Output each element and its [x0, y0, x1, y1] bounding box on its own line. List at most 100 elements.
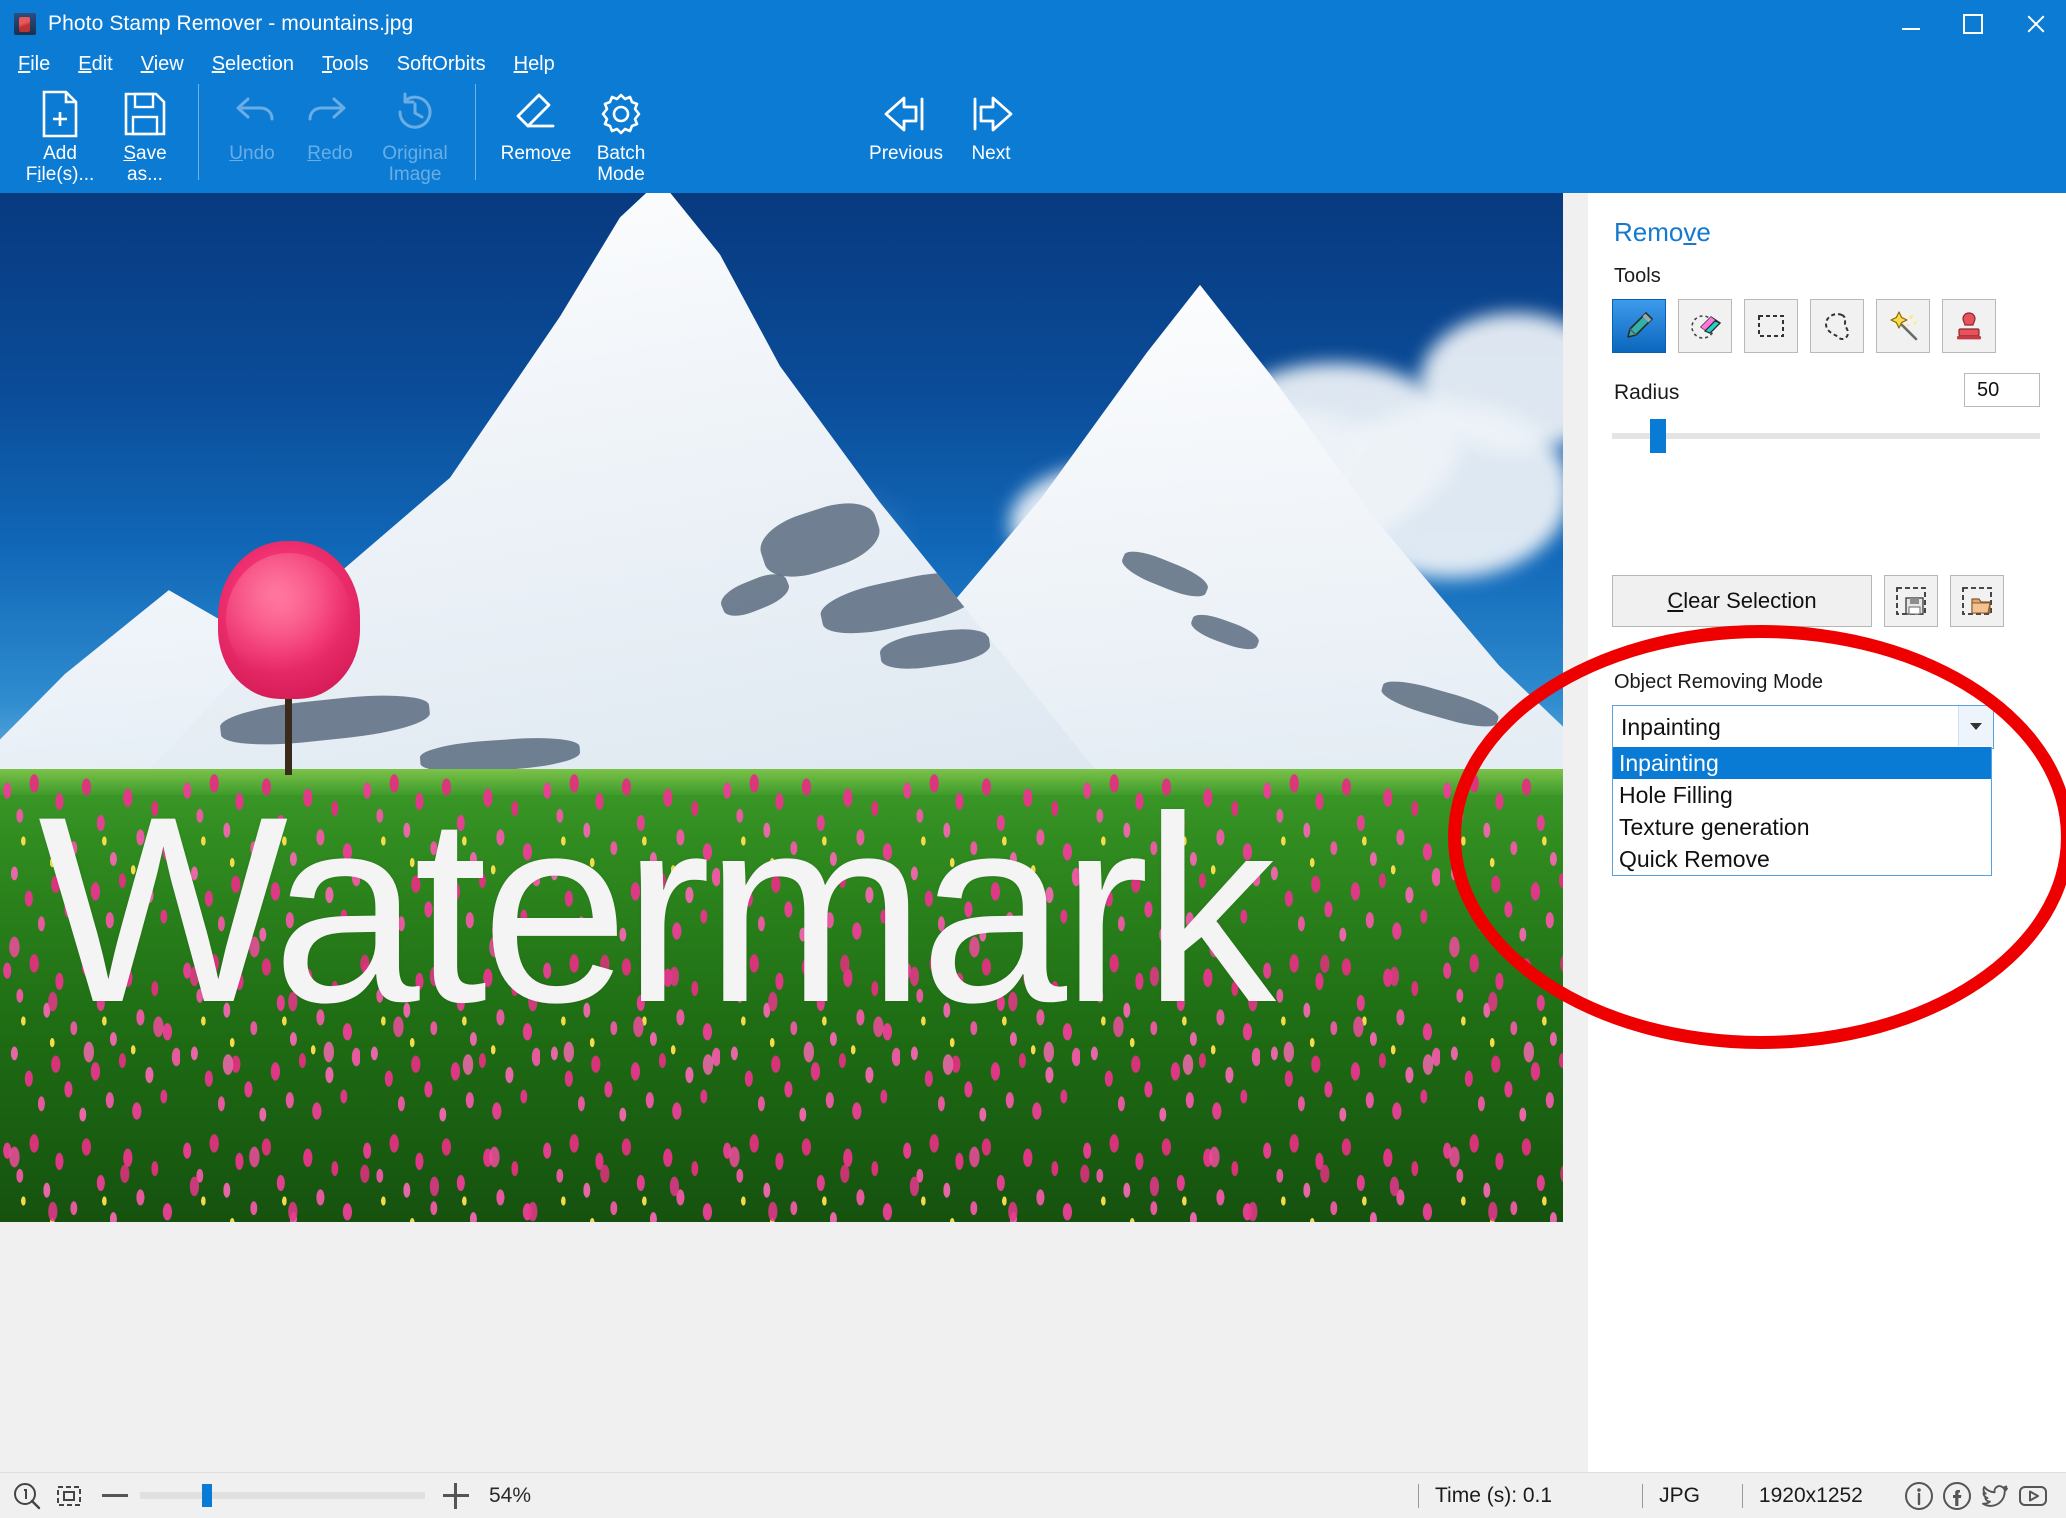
image-canvas-area[interactable]: Watermark — [0, 193, 1588, 1473]
original-image-button[interactable]: Original Image — [369, 80, 461, 186]
lasso-tool-button[interactable] — [1810, 299, 1864, 353]
object-removing-mode-dropdown[interactable]: Inpainting Hole Filling Texture generati… — [1612, 747, 1992, 876]
dropdown-option-inpainting[interactable]: Inpainting — [1613, 747, 1991, 779]
marquee-icon — [1758, 315, 1784, 337]
batch-mode-button[interactable]: Batch Mode — [582, 80, 660, 186]
previous-button[interactable]: Previous — [860, 80, 952, 186]
next-label: Next — [971, 143, 1011, 164]
eraser-icon — [512, 86, 560, 142]
toolbar-group-actions: Remove Batch Mode — [490, 80, 660, 193]
radius-slider[interactable] — [1612, 419, 2040, 453]
info-icon — [1905, 1481, 1933, 1510]
history-clock-icon — [392, 86, 438, 142]
title-bar: Photo Stamp Remover - mountains.jpg — [0, 0, 2066, 48]
zoom-actual-size-icon — [14, 1482, 41, 1509]
rock — [716, 568, 794, 623]
zoom-percent-label: 54% — [489, 1483, 532, 1507]
menu-help[interactable]: Help — [514, 53, 555, 76]
window-title: Photo Stamp Remover - mountains.jpg — [48, 12, 414, 35]
save-selection-icon — [1896, 587, 1926, 615]
chevron-down-icon[interactable] — [1958, 706, 1993, 746]
photo-preview[interactable]: Watermark — [0, 193, 1563, 1222]
zoom-slider-thumb[interactable] — [202, 1484, 212, 1507]
info-button[interactable] — [1902, 1479, 1936, 1513]
dropdown-option-hole-filling[interactable]: Hole Filling — [1613, 779, 1991, 811]
menu-file[interactable]: File — [18, 53, 50, 76]
maximize-button[interactable] — [1942, 0, 2004, 48]
arrow-right-icon — [967, 86, 1015, 142]
load-selection-button[interactable] — [1950, 575, 2004, 627]
menu-tools[interactable]: Tools — [322, 53, 369, 76]
facebook-button[interactable] — [1940, 1479, 1974, 1513]
rectangle-select-tool-button[interactable] — [1744, 299, 1798, 353]
status-divider — [1418, 1483, 1419, 1508]
redo-label: Redo — [307, 143, 353, 164]
youtube-button[interactable] — [2016, 1479, 2050, 1513]
status-divider — [1741, 1483, 1743, 1508]
menu-selection[interactable]: Selection — [212, 53, 294, 76]
brush-tool-button[interactable] — [1612, 299, 1666, 353]
magic-wand-tool-button[interactable] — [1876, 299, 1930, 353]
save-as-label: Save as... — [123, 143, 167, 185]
app-window: Photo Stamp Remover - mountains.jpg File… — [0, 0, 2066, 1518]
menu-view[interactable]: View — [141, 53, 184, 76]
save-selection-button[interactable] — [1884, 575, 1938, 627]
magic-wand-icon — [1890, 311, 1918, 341]
radius-input[interactable]: 50 — [1964, 373, 2040, 407]
app-icon — [14, 13, 36, 35]
radius-label: Radius — [1614, 381, 1680, 404]
stamp-tool-button[interactable] — [1942, 299, 1996, 353]
open-selection-icon — [1962, 587, 1992, 615]
status-bar: 54% Time (s): 0.1 JPG 1920x1252 — [0, 1472, 2066, 1518]
menu-softorbits[interactable]: SoftOrbits — [397, 53, 486, 76]
close-icon — [2025, 14, 2045, 34]
gear-icon — [598, 86, 644, 142]
add-file-icon — [40, 86, 80, 142]
zoom-in-button[interactable] — [443, 1482, 469, 1509]
toolbar-group-file: Add File(s)... Save as... — [14, 80, 184, 193]
save-disk-icon — [123, 86, 167, 142]
eraser-tool-button[interactable] — [1678, 299, 1732, 353]
twitter-button[interactable] — [1978, 1479, 2012, 1513]
zoom-out-button[interactable] — [102, 1494, 128, 1497]
fit-to-window-icon — [57, 1485, 81, 1506]
toolbar-group-history: Undo Redo Original Image — [213, 80, 461, 193]
previous-label: Previous — [869, 143, 943, 164]
remove-label: Remove — [500, 143, 572, 164]
radius-slider-thumb[interactable] — [1650, 419, 1666, 453]
undo-button[interactable]: Undo — [213, 80, 291, 186]
maximize-icon — [1963, 14, 1983, 34]
brush-icon — [1627, 312, 1653, 338]
zoom-slider[interactable] — [140, 1484, 425, 1507]
remove-button[interactable]: Remove — [490, 80, 582, 186]
rock — [1407, 469, 1472, 517]
add-files-label: Add File(s)... — [25, 143, 95, 185]
minimize-button[interactable] — [1880, 0, 1942, 48]
dimensions-label: 1920x1252 — [1758, 1483, 1863, 1507]
minimize-icon — [1902, 28, 1920, 30]
dropdown-option-quick-remove[interactable]: Quick Remove — [1613, 843, 1991, 875]
time-label: Time (s): 0.1 — [1435, 1483, 1553, 1507]
tree-crown — [218, 541, 360, 700]
fit-to-window-button[interactable] — [54, 1481, 84, 1511]
next-button[interactable]: Next — [952, 80, 1030, 186]
menu-edit[interactable]: Edit — [78, 53, 112, 76]
menu-bar: File Edit View Selection Tools SoftOrbit… — [0, 48, 2066, 80]
save-as-button[interactable]: Save as... — [106, 80, 184, 186]
close-button[interactable] — [2004, 0, 2066, 48]
youtube-icon — [2019, 1485, 2047, 1506]
mountain-range — [0, 193, 1563, 801]
clear-selection-button[interactable]: Clear Selection — [1612, 575, 1872, 627]
lasso-icon — [1825, 313, 1849, 340]
toolbar-separator-2 — [475, 84, 476, 180]
rock — [878, 624, 992, 674]
add-files-button[interactable]: Add File(s)... — [14, 80, 106, 186]
window-controls — [1880, 0, 2066, 48]
dropdown-option-texture-generation[interactable]: Texture generation — [1613, 811, 1991, 843]
right-panel: Remove Tools Radius 50 C lear Selection … — [1448, 193, 2066, 1473]
combobox-value: Inpainting — [1621, 713, 1721, 740]
redo-button[interactable]: Redo — [291, 80, 369, 186]
object-removing-mode-combobox[interactable]: Inpainting — [1612, 705, 1994, 749]
watermark-text: Watermark — [38, 762, 1276, 1058]
zoom-actual-size-button[interactable] — [12, 1481, 42, 1511]
